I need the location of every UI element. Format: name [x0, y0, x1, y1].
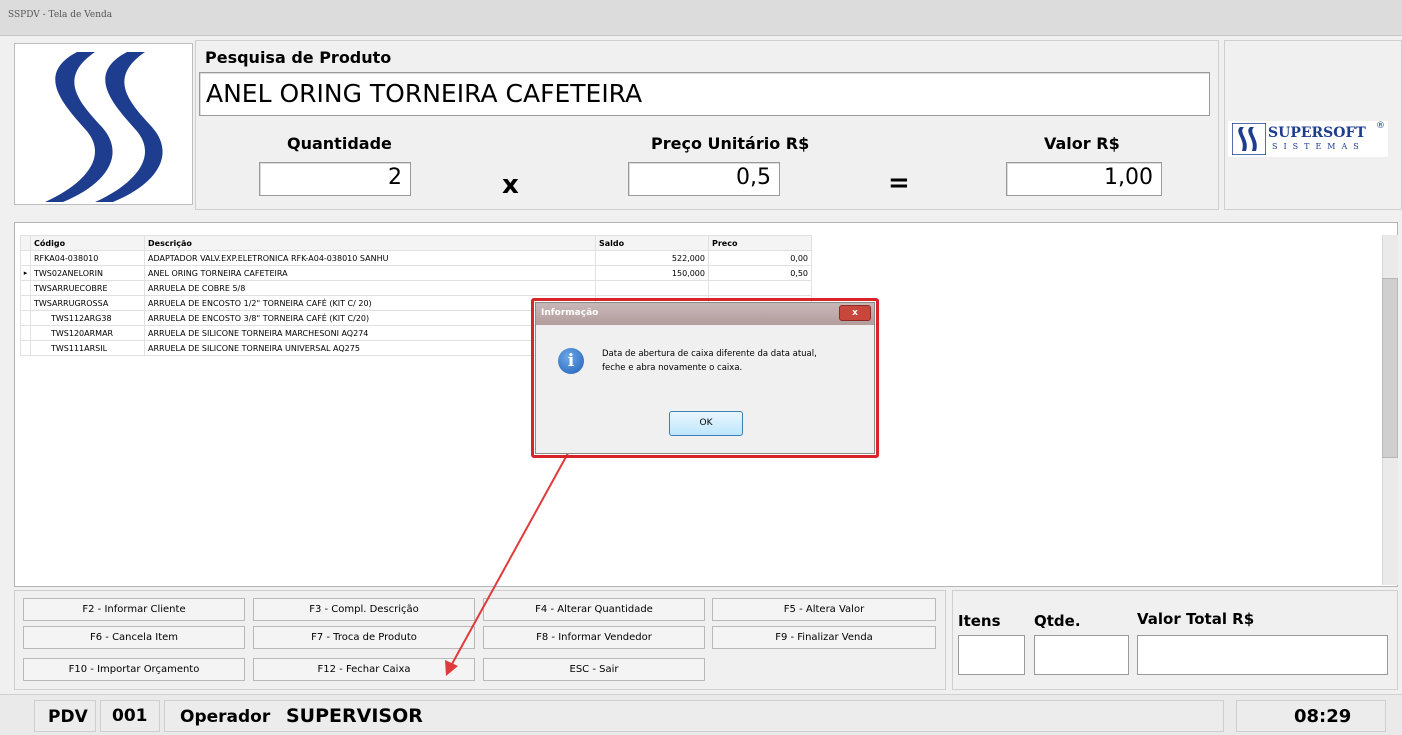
value-label: Valor R$: [1044, 134, 1120, 153]
cell-codigo: RFKA04-038010: [30, 250, 145, 266]
close-icon[interactable]: x: [839, 305, 871, 321]
cell-descricao: ARRUELA DE SILICONE TORNEIRA MARCHESONI …: [144, 325, 596, 341]
operator-name: SUPERVISOR: [286, 705, 423, 727]
f8-informar-vendedor-button[interactable]: F8 - Informar Vendedor: [483, 626, 705, 649]
equals-sign: =: [888, 168, 910, 198]
cell-preco: [708, 280, 812, 296]
f6-cancela-item-button[interactable]: F6 - Cancela Item: [23, 626, 245, 649]
pdv-label: PDV: [48, 707, 88, 727]
company-logo: [14, 43, 193, 205]
cell-codigo: TWS02ANELORIN: [30, 265, 145, 281]
info-icon: i: [558, 348, 584, 374]
value-field: 1,00: [1006, 162, 1162, 196]
clock-time: 08:29: [1294, 706, 1352, 727]
f3-compl-descricao-button[interactable]: F3 - Compl. Descrição: [253, 598, 475, 621]
row-indicator: [20, 340, 31, 356]
row-selected-marker: ▸: [20, 265, 31, 281]
f4-alterar-quantidade-button[interactable]: F4 - Alterar Quantidade: [483, 598, 705, 621]
grid-scroll-thumb[interactable]: [1382, 278, 1398, 458]
qty-label: Qtde.: [1034, 612, 1081, 630]
supersoft-mark-icon: [1232, 123, 1266, 155]
row-indicator: [20, 250, 31, 266]
dialog-message: Data de abertura de caixa diferente da d…: [602, 347, 872, 375]
f2-informar-cliente-button[interactable]: F2 - Informar Cliente: [23, 598, 245, 621]
dialog-title-bar[interactable]: Informação x: [536, 303, 874, 325]
header-descricao[interactable]: Descrição: [144, 235, 596, 251]
product-search-input[interactable]: ANEL ORING TORNEIRA CAFETEIRA: [199, 72, 1210, 116]
window-title: SSPDV - Tela de Venda: [8, 10, 113, 20]
row-indicator: [20, 310, 31, 326]
table-row[interactable]: RFKA04-038010 ADAPTADOR VALV.EXP.ELETRON…: [20, 250, 812, 266]
search-label: Pesquisa de Produto: [205, 48, 392, 67]
items-label: Itens: [958, 612, 1001, 630]
dialog-title: Informação: [541, 308, 599, 318]
header-saldo[interactable]: Saldo: [595, 235, 709, 251]
quantity-label: Quantidade: [287, 134, 392, 153]
row-indicator: [20, 280, 31, 296]
table-row-selected[interactable]: ▸ TWS02ANELORIN ANEL ORING TORNEIRA CAFE…: [20, 265, 812, 281]
f9-finalizar-venda-button[interactable]: F9 - Finalizar Venda: [712, 626, 936, 649]
f7-troca-produto-button[interactable]: F7 - Troca de Produto: [253, 626, 475, 649]
cell-descricao: ARRUELA DE ENCOSTO 3/8" TORNEIRA CAFÉ (K…: [144, 310, 596, 326]
cell-codigo: TWS120ARMAR: [30, 325, 145, 341]
cell-preco: 0,00: [708, 250, 812, 266]
esc-sair-button[interactable]: ESC - Sair: [483, 658, 705, 681]
table-row[interactable]: TWSARRUECOBRE ARRUELA DE COBRE 5/8: [20, 280, 812, 296]
cell-codigo: TWSARRUECOBRE: [30, 280, 145, 296]
cell-descricao: ADAPTADOR VALV.EXP.ELETRONICA RFK-A04-03…: [144, 250, 596, 266]
brand-name: SUPERSOFT: [1268, 125, 1366, 141]
dialog-message-line-1: Data de abertura de caixa diferente da d…: [602, 349, 817, 359]
items-field: [958, 635, 1025, 675]
cell-preco: 0,50: [708, 265, 812, 281]
cell-descricao: ARRUELA DE ENCOSTO 1/2" TORNEIRA CAFÉ (K…: [144, 295, 596, 311]
cell-saldo: 522,000: [595, 250, 709, 266]
brand-reg: ®: [1376, 121, 1385, 131]
operator-label: Operador: [180, 707, 271, 727]
f10-importar-orcamento-button[interactable]: F10 - Importar Orçamento: [23, 658, 245, 681]
cell-codigo: TWS111ARSIL: [30, 340, 145, 356]
ss-logo-icon: [45, 52, 163, 202]
header-preco[interactable]: Preco: [708, 235, 812, 251]
supersoft-logo: SUPERSOFT ® SISTEMAS: [1228, 121, 1388, 157]
cell-saldo: [595, 280, 709, 296]
f5-altera-valor-button[interactable]: F5 - Altera Valor: [712, 598, 936, 621]
pdv-number: 001: [112, 706, 148, 726]
table-header-row: Código Descrição Saldo Preco: [20, 235, 812, 251]
quantity-field[interactable]: 2: [259, 162, 411, 196]
ok-button[interactable]: OK: [669, 411, 743, 436]
title-bar: SSPDV - Tela de Venda: [0, 0, 1402, 36]
cell-codigo: TWSARRUGROSSA: [30, 295, 145, 311]
unit-price-field[interactable]: 0,5: [628, 162, 780, 196]
f12-fechar-caixa-button[interactable]: F12 - Fechar Caixa: [253, 658, 475, 681]
qty-field: [1034, 635, 1129, 675]
row-indicator: [20, 295, 31, 311]
brand-sub: SISTEMAS: [1272, 142, 1365, 151]
cell-descricao: ARRUELA DE SILICONE TORNEIRA UNIVERSAL A…: [144, 340, 596, 356]
info-dialog: Informação x i Data de abertura de caixa…: [535, 302, 875, 454]
times-sign: x: [502, 170, 519, 200]
cell-descricao: ANEL ORING TORNEIRA CAFETEIRA: [144, 265, 596, 281]
unit-price-label: Preço Unitário R$: [651, 134, 810, 153]
header-codigo[interactable]: Código: [30, 235, 145, 251]
total-value-field: [1137, 635, 1388, 675]
cell-saldo: 150,000: [595, 265, 709, 281]
indicator-header: [20, 235, 31, 251]
dialog-message-line-2: feche e abra novamente o caixa.: [602, 363, 743, 373]
cell-codigo: TWS112ARG38: [30, 310, 145, 326]
cell-descricao: ARRUELA DE COBRE 5/8: [144, 280, 596, 296]
total-value-label: Valor Total R$: [1137, 610, 1255, 628]
row-indicator: [20, 325, 31, 341]
